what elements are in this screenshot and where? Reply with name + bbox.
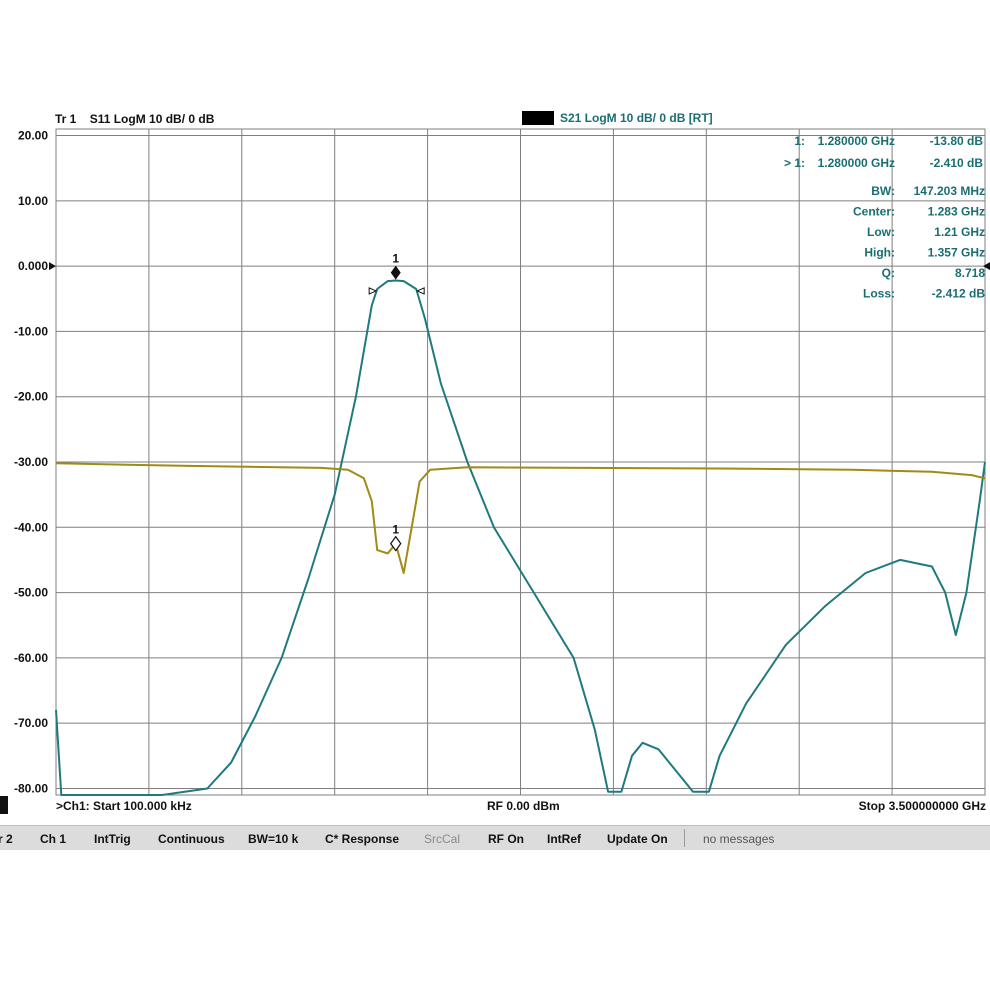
readout-stat-value: 1.283 GHz [928,205,985,219]
readout-stat-value: 8.718 [955,266,985,280]
readout-marker-frequency: 1.280000 GHz [818,134,895,148]
sweep-stop-label[interactable]: Stop 3.500000000 GHz [859,799,986,813]
plot-grid [55,128,986,796]
status-calibration[interactable]: C* Response [325,832,399,846]
y-tick-label: 20.00 [18,129,48,143]
readout-stat-value: 1.21 GHz [934,225,985,239]
status-source-cal[interactable]: SrcCal [424,832,460,846]
status-messages: no messages [703,832,775,846]
y-tick-label: -30.00 [14,455,48,469]
status-update[interactable]: Update On [607,832,668,846]
y-tick-label: -80.00 [14,781,48,795]
readout-marker-value: -13.80 dB [930,134,984,148]
readout-marker-frequency: 1.280000 GHz [818,156,895,170]
y-tick-label: -10.00 [14,324,48,338]
y-tick-label: 10.00 [18,194,48,208]
marker-number-label: 1 [392,523,399,537]
readout-marker-value: -2.410 dB [930,156,984,170]
readout-marker-label: > 1: [784,156,805,170]
status-channel[interactable]: Ch 1 [40,832,66,846]
sweep-footer: >Ch1: Start 100.000 kHz RF 0.00 dBm Stop… [0,796,990,814]
status-if-bandwidth[interactable]: BW=10 k [248,832,298,846]
s21-marker-diamond [390,265,401,280]
readout-stat-value: 1.357 GHz [928,246,985,260]
y-tick-label: -70.00 [14,716,48,730]
readout-stat-label: Low: [867,225,895,239]
marker-readout: 1: 1.280000 GHz -13.80 dB > 1: 1.280000 GHz -… [784,134,985,301]
readout-stat-label: Center: [853,205,895,219]
readout-marker-label: 1: [794,134,805,148]
rf-power-label[interactable]: RF 0.00 dBm [487,799,560,813]
readout-stat-label: Q: [882,266,895,280]
readout-stat-label: BW: [871,184,895,198]
status-divider [684,829,685,847]
readout-stat-value: 147.203 MHz [914,184,985,198]
reference-level-left-arrow [49,262,56,271]
status-bar: r 2 Ch 1 IntTrig Continuous BW=10 k C* R… [0,825,990,850]
y-tick-label: -60.00 [14,651,48,665]
marker-number-label: 1 [392,252,399,266]
sweep-start-label[interactable]: >Ch1: Start 100.000 kHz [56,799,192,813]
status-rf-power[interactable]: RF On [488,832,524,846]
y-tick-label: -20.00 [14,390,48,404]
readout-stat-label: Loss: [863,287,895,301]
status-trigger-source[interactable]: IntTrig [94,832,131,846]
readout-stat-label: High: [864,246,895,260]
readout-stat-value: -2.412 dB [932,287,986,301]
trace-plot[interactable]: 20.00 10.00 0.000 -10.00 -20.00 -30.00 -40.00 -… [0,107,990,797]
status-trigger-mode[interactable]: Continuous [158,832,225,846]
analyzer-screen: Tr 1 S11 LogM 10 dB/ 0 dB S21 LogM 10 dB… [0,107,990,850]
status-reference[interactable]: IntRef [547,832,581,846]
status-tr2[interactable]: r 2 [0,832,13,846]
softkey-edge [0,796,8,814]
y-tick-label: -50.00 [14,586,48,600]
y-tick-label: 0.000 [18,259,48,273]
y-tick-label: -40.00 [14,520,48,534]
